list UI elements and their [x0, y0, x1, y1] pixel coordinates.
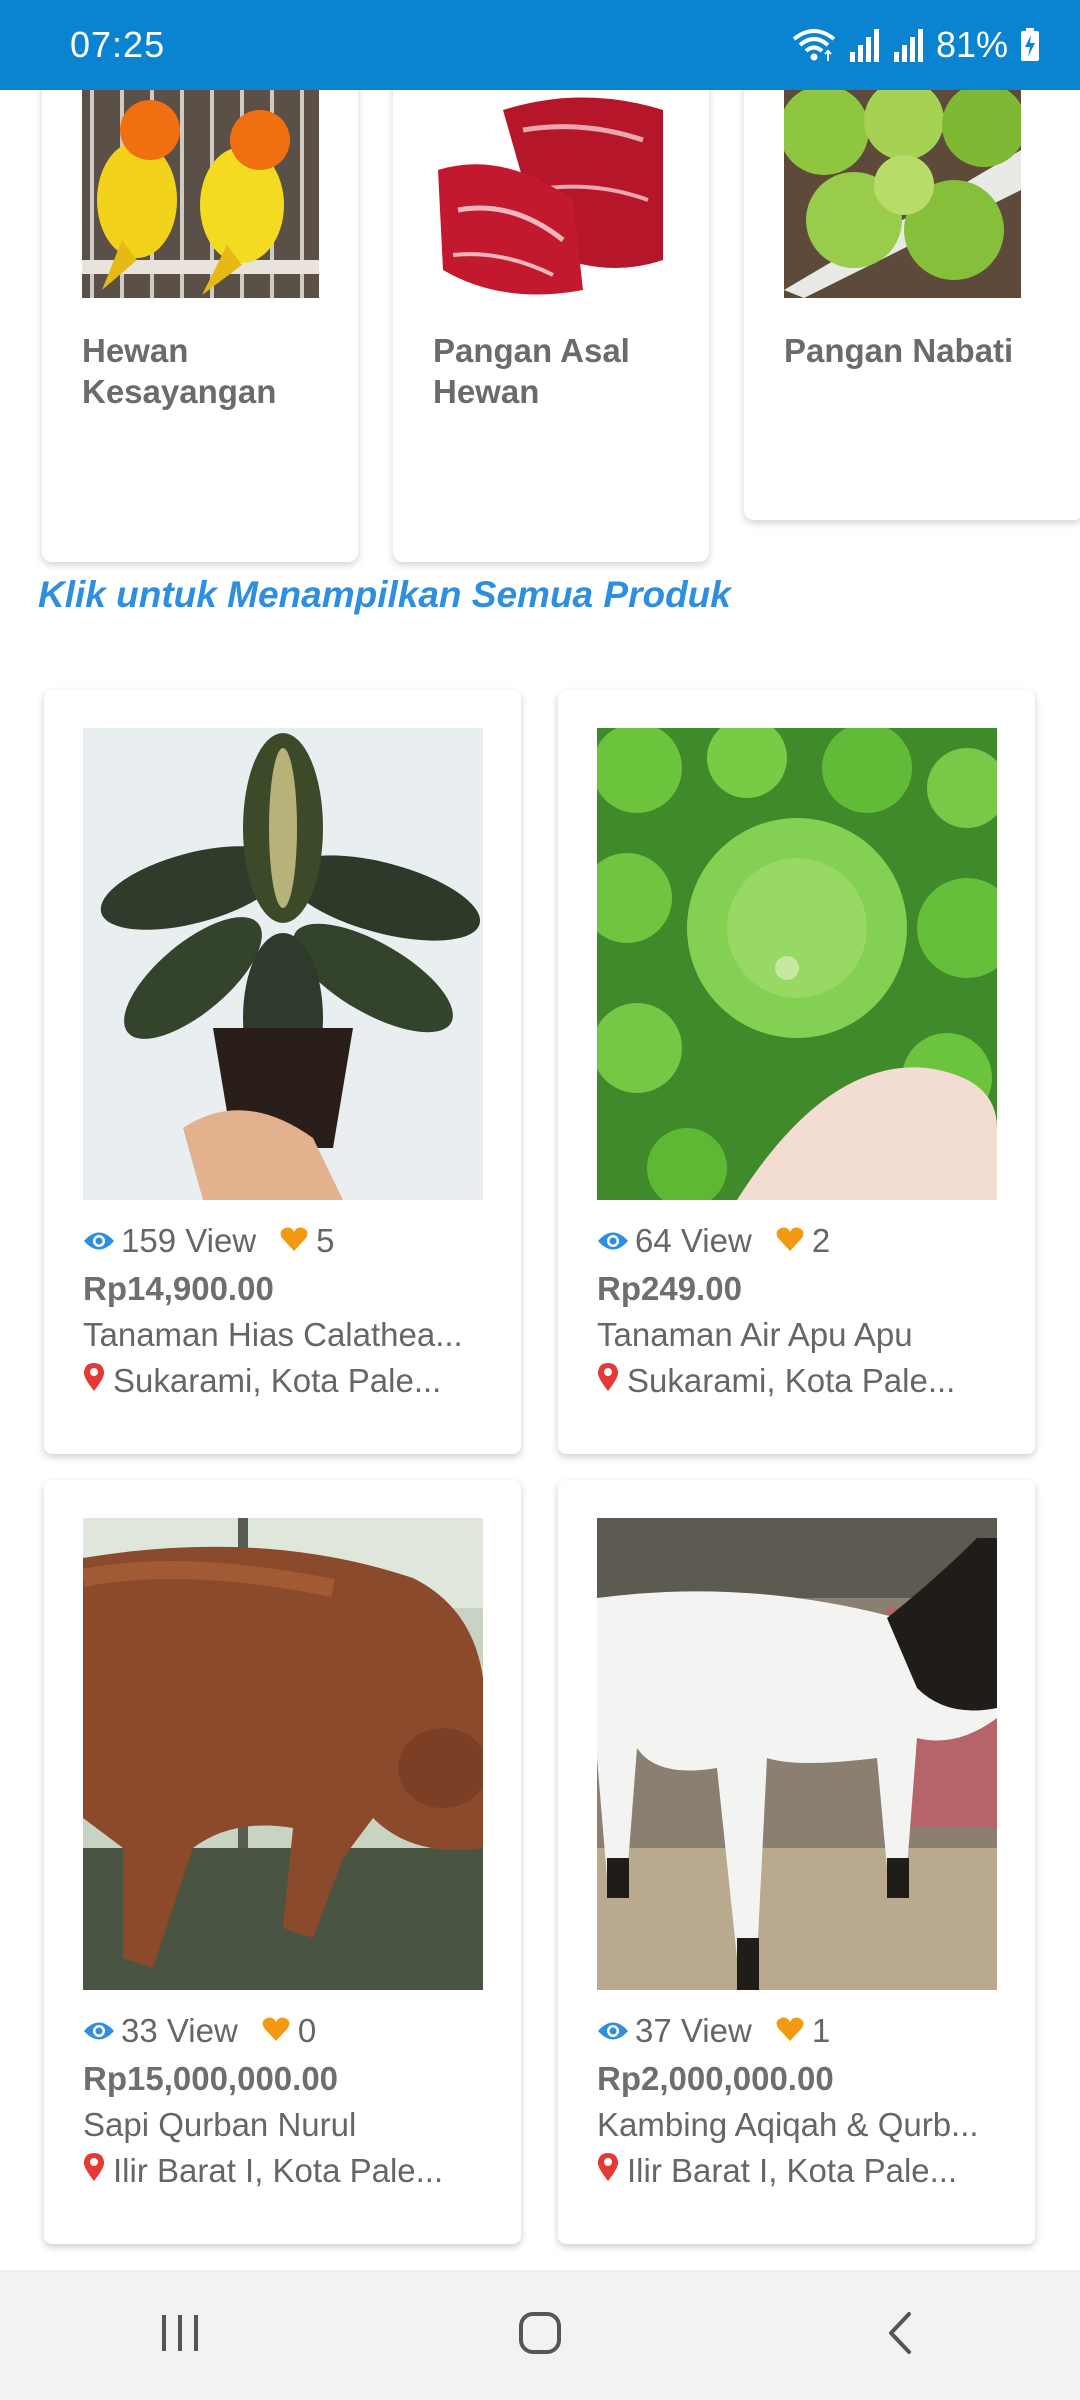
eye-icon	[83, 2012, 115, 2050]
product-stats: 33 View 0	[83, 2010, 316, 2052]
product-location: Ilir Barat I, Kota Pale...	[83, 2152, 493, 2190]
signal-icon	[848, 28, 880, 62]
product-card[interactable]: 159 View 5 Rp14,900.00 Tanaman Hias Cala…	[44, 690, 521, 1454]
eye-icon	[83, 1222, 115, 1260]
view-count: 37 View	[635, 2012, 752, 2049]
status-time: 07:25	[70, 24, 166, 65]
location-text: Sukarami, Kota Pale...	[627, 1362, 956, 1399]
category-card[interactable]: Hewan Kesayangan	[42, 70, 358, 562]
like-count: 1	[811, 2012, 831, 2049]
location-text: Ilir Barat I, Kota Pale...	[113, 2152, 444, 2189]
category-label: Pangan Asal Hewan	[433, 332, 630, 410]
product-image	[597, 1518, 997, 1990]
location-text: Ilir Barat I, Kota Pale...	[627, 2152, 958, 2189]
product-image	[83, 728, 483, 1200]
product-name: Tanaman Air Apu Apu	[597, 1316, 913, 1353]
status-bar: 07:25 81%	[0, 0, 1080, 90]
product-location: Sukarami, Kota Pale...	[83, 1362, 493, 1400]
location-pin-icon	[83, 2152, 105, 2190]
recent-apps-button[interactable]	[120, 2290, 240, 2380]
product-image	[597, 728, 997, 1200]
view-count: 64 View	[635, 1222, 752, 1259]
category-image	[784, 90, 1021, 298]
product-price: Rp2,000,000.00	[597, 2060, 834, 2097]
recent-apps-icon	[158, 2313, 202, 2358]
back-button[interactable]	[840, 2290, 960, 2380]
heart-icon	[776, 1222, 804, 1260]
category-card[interactable]: Pangan Asal Hewan	[393, 70, 709, 562]
product-location: Ilir Barat I, Kota Pale...	[597, 2152, 1007, 2190]
product-stats: 159 View 5	[83, 1220, 335, 1262]
product-name: Kambing Aqiqah & Qurb...	[597, 2106, 979, 2143]
wifi-icon	[792, 27, 836, 63]
status-icons: 81%	[792, 24, 1040, 66]
product-card[interactable]: 64 View 2 Rp249.00 Tanaman Air Apu Apu S…	[558, 690, 1035, 1454]
view-count: 33 View	[121, 2012, 238, 2049]
product-stats: 37 View 1	[597, 2010, 830, 2052]
product-stats: 64 View 2	[597, 1220, 830, 1262]
show-all-products-link[interactable]: Klik untuk Menampilkan Semua Produk	[38, 574, 731, 616]
view-count: 159 View	[121, 1222, 257, 1259]
like-count: 2	[811, 1222, 831, 1259]
location-pin-icon	[597, 1362, 619, 1400]
product-price: Rp249.00	[597, 1270, 742, 1307]
back-icon	[885, 2311, 915, 2360]
heart-icon	[280, 1222, 308, 1260]
eye-icon	[597, 1222, 629, 1260]
category-image	[433, 90, 670, 298]
heart-icon	[262, 2012, 290, 2050]
product-card[interactable]: 33 View 0 Rp15,000,000.00 Sapi Qurban Nu…	[44, 1480, 521, 2244]
category-label: Pangan Nabati	[784, 332, 1014, 369]
category-image	[82, 90, 319, 298]
like-count: 5	[316, 1222, 335, 1259]
battery-percent: 81%	[935, 24, 1008, 65]
product-image	[83, 1518, 483, 1990]
product-name: Tanaman Hias Calathea...	[83, 1316, 463, 1353]
signal-icon	[892, 28, 924, 62]
product-card[interactable]: 37 View 1 Rp2,000,000.00 Kambing Aqiqah …	[558, 1480, 1035, 2244]
location-text: Sukarami, Kota Pale...	[113, 1362, 442, 1399]
product-price: Rp14,900.00	[83, 1270, 274, 1307]
screen: 07:25 81% Hewan Kesayangan Pangan Asal H…	[0, 0, 1080, 2400]
product-price: Rp15,000,000.00	[83, 2060, 339, 2097]
category-card[interactable]: Pangan Nabati	[744, 70, 1080, 520]
navigation-bar	[0, 2270, 1080, 2400]
battery-charging-icon	[1020, 28, 1040, 62]
location-pin-icon	[597, 2152, 619, 2190]
category-label: Hewan Kesayangan	[82, 332, 277, 410]
eye-icon	[597, 2012, 629, 2050]
home-icon	[518, 2311, 562, 2360]
product-location: Sukarami, Kota Pale...	[597, 1362, 1007, 1400]
location-pin-icon	[83, 1362, 105, 1400]
product-name: Sapi Qurban Nurul	[83, 2106, 357, 2143]
home-button[interactable]	[480, 2290, 600, 2380]
category-carousel: Hewan Kesayangan Pangan Asal Hewan Panga…	[0, 70, 1080, 562]
like-count: 0	[297, 2012, 317, 2049]
heart-icon	[776, 2012, 804, 2050]
